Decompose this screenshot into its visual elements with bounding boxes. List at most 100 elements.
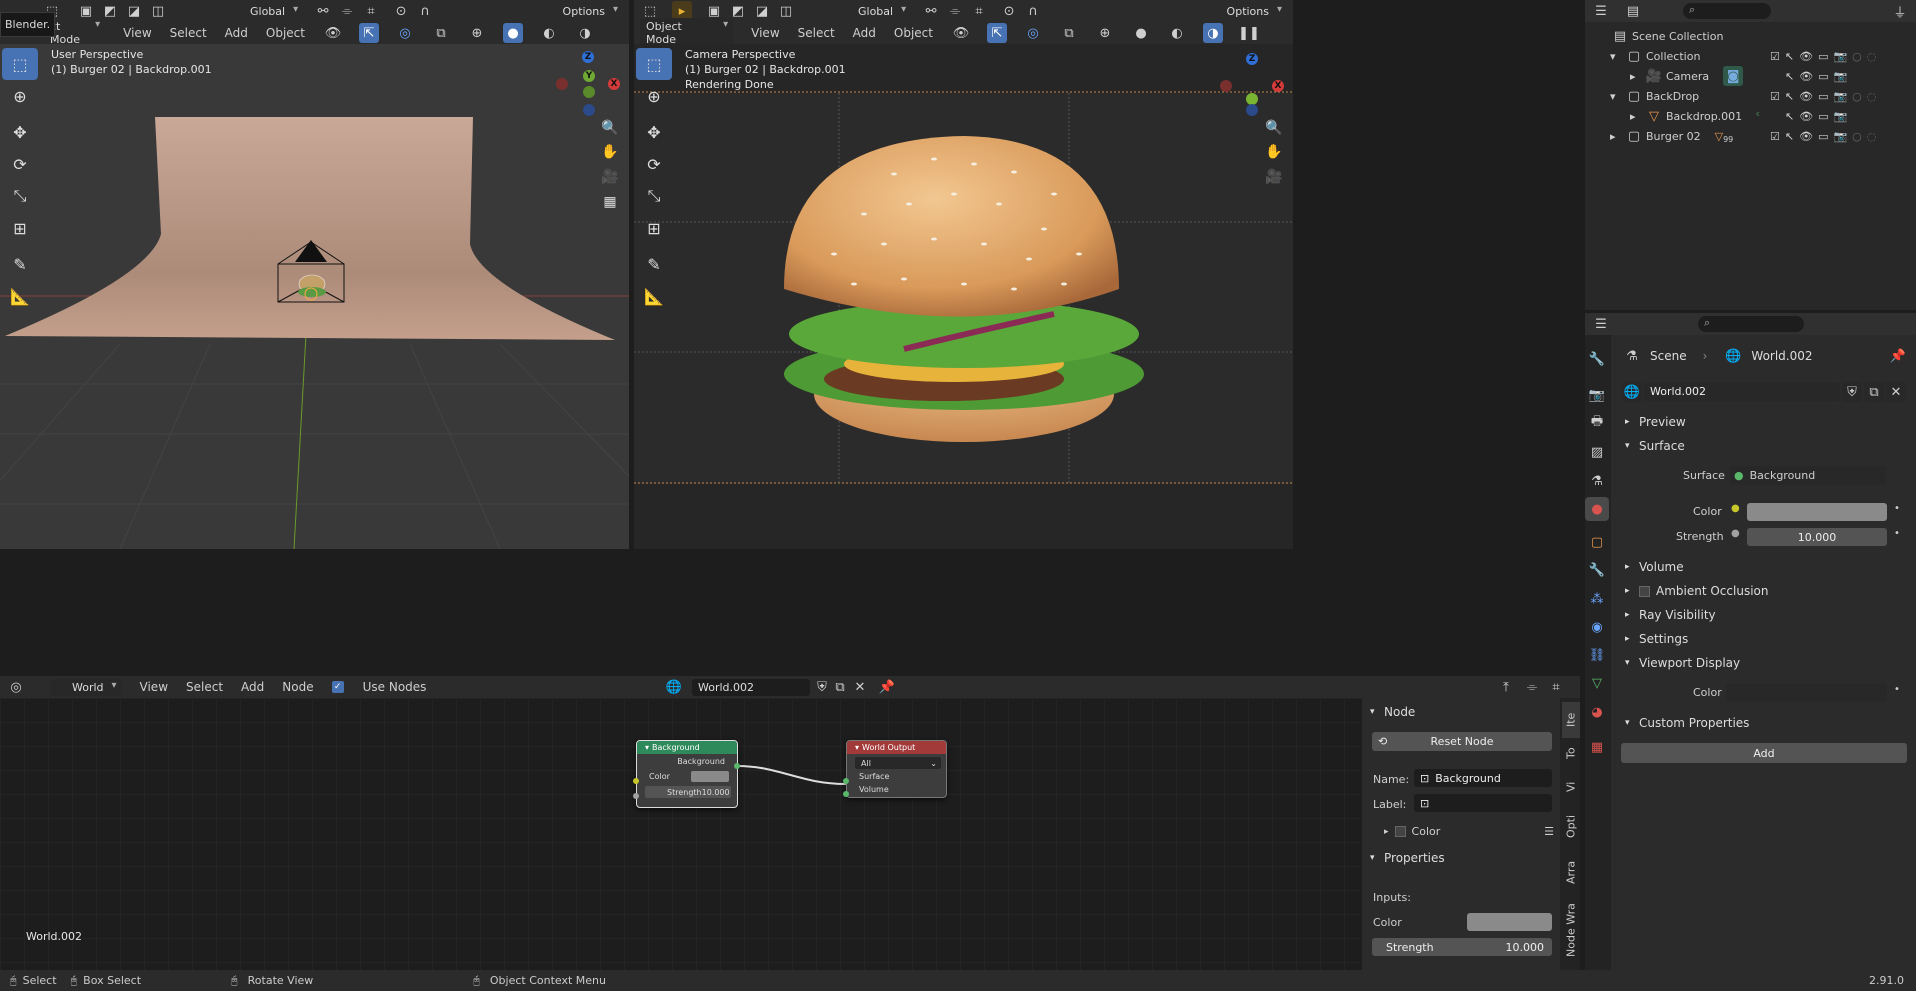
checkbox-icon[interactable]: ☑ (1770, 50, 1780, 63)
right-3d-viewport[interactable]: Camera Perspective (1) Burger 02 | Backd… (634, 44, 1293, 549)
proportional-icon[interactable]: ⊙ (391, 1, 411, 21)
display-mode-icon[interactable]: ▤ (1623, 1, 1643, 21)
snap-icon[interactable]: ⌯ (1522, 677, 1542, 697)
tab-arrange[interactable]: Arra (1562, 852, 1580, 892)
measure-tool[interactable]: 📐 (2, 280, 38, 312)
viewport-icon[interactable]: ▭ (1818, 130, 1828, 143)
outliner-row-scene-collection[interactable]: ▤ Scene Collection (1610, 26, 1724, 46)
snap-target-icon[interactable]: ⌗ (969, 1, 989, 21)
solid-shading-icon[interactable]: ● (1131, 23, 1151, 43)
gizmo-icon[interactable]: ⇱ (987, 23, 1007, 43)
volume-input-socket[interactable] (843, 791, 849, 797)
checkbox-icon[interactable]: ☑ (1770, 90, 1780, 103)
properties-search-input[interactable]: ⌕ (1698, 316, 1804, 332)
menu-select[interactable]: Select (798, 26, 835, 40)
keyframe-icon[interactable]: • (1894, 503, 1900, 514)
overlay-icon[interactable]: ◎ (1023, 23, 1043, 43)
parent-node-icon[interactable]: ⤒ (1496, 677, 1516, 697)
menu-select[interactable]: Select (186, 680, 223, 694)
modifier-tab-icon[interactable]: 🔧 (1585, 558, 1609, 582)
viewport-icon[interactable]: ▭ (1818, 90, 1828, 103)
list-icon[interactable]: ☰ (1544, 825, 1554, 838)
ao-checkbox[interactable] (1639, 585, 1650, 597)
eye-icon[interactable]: 👁 (1799, 90, 1813, 103)
material-tab-icon[interactable]: ◕ (1585, 700, 1609, 724)
camera-view-icon[interactable]: 🎥 (1262, 165, 1286, 189)
input-strength-field[interactable]: Strength 10.000 (1372, 938, 1552, 956)
snap-icon[interactable]: ⌯ (945, 1, 965, 21)
selectable-icon[interactable]: ↖ (1785, 50, 1794, 63)
input-color-swatch[interactable] (1467, 913, 1552, 931)
tab-options[interactable]: Opti (1562, 806, 1580, 846)
expand-icon[interactable]: ▸ (1630, 110, 1644, 123)
falloff-icon[interactable]: ∩ (415, 1, 435, 21)
x-axis-icon[interactable]: X (1272, 80, 1284, 92)
background-output-socket[interactable] (734, 763, 740, 769)
editor-type-icon[interactable]: ◎ (6, 677, 26, 697)
panel-viewport-display[interactable]: ▾ Viewport Display (1625, 652, 1740, 674)
world-tab-icon[interactable]: ● (1585, 497, 1609, 521)
z-axis-icon[interactable]: Z (582, 51, 594, 63)
outliner-row-backdrop[interactable]: ▾ ▢ BackDrop (1610, 86, 1699, 106)
annotate-tool[interactable]: ✎ (2, 248, 38, 280)
surface-shader-field[interactable]: ● Background (1730, 466, 1886, 485)
menu-select[interactable]: Select (170, 26, 207, 40)
scale-tool[interactable]: ⤡ (2, 180, 38, 212)
physics-tab-icon[interactable]: ◉ (1585, 615, 1609, 639)
cursor-tool[interactable]: ⊕ (2, 80, 38, 112)
node-name-field[interactable]: ⊡ Background (1414, 769, 1552, 787)
navigation-gizmo[interactable]: Z X (1220, 48, 1290, 118)
expand-icon[interactable]: ▾ (1610, 50, 1624, 63)
texture-tab-icon[interactable]: ▦ (1585, 735, 1609, 759)
eye-icon[interactable]: 👁 (1799, 130, 1813, 143)
panel-settings[interactable]: ▸ Settings (1625, 628, 1688, 650)
camera-data-icon[interactable]: ◙ (1723, 66, 1744, 86)
outliner-row-burger[interactable]: ▸ ▢ Burger 02 ▽ 99 (1610, 126, 1733, 146)
object-tab-icon[interactable]: ▢ (1585, 530, 1609, 554)
browse-world-icon[interactable]: 🌐 (664, 677, 684, 697)
proportional-icon[interactable]: ⊙ (999, 1, 1019, 21)
node-canvas[interactable]: ▾ Background Background Color Strength 1… (0, 698, 1362, 970)
navigation-gizmo[interactable]: Z Y X (556, 48, 626, 118)
visibility-icon[interactable]: 👁 (323, 23, 343, 43)
outliner-row-collection[interactable]: ▾ ▢ Collection (1610, 46, 1700, 66)
render-icon[interactable]: 📷 (1833, 50, 1847, 63)
panel-preview[interactable]: ▸ Preview (1625, 411, 1686, 433)
tab-node-wrangler[interactable]: Node Wra (1562, 898, 1580, 962)
menu-object[interactable]: Object (894, 26, 933, 40)
node-label-field[interactable]: ⊡ (1414, 794, 1552, 812)
viewport-icon[interactable]: ▭ (1818, 50, 1828, 63)
material-shading-icon[interactable]: ◐ (539, 23, 559, 43)
background-color-swatch[interactable] (691, 771, 729, 782)
transform-tool[interactable]: ⊞ (2, 212, 38, 244)
collapse-icon[interactable]: ▾ (855, 743, 859, 752)
options-dropdown[interactable]: Options (556, 2, 623, 20)
fake-user-icon[interactable]: ⛨ (812, 677, 832, 697)
rotate-tool[interactable]: ⟳ (2, 148, 38, 180)
z-axis-icon[interactable]: Z (1246, 53, 1258, 65)
panel-ambient-occlusion[interactable]: ▸ Ambient Occlusion (1625, 580, 1768, 602)
menu-view[interactable]: View (140, 680, 168, 694)
world-name-field[interactable]: World.002 (1644, 383, 1840, 401)
checkbox-icon[interactable]: ☑ (1770, 130, 1780, 143)
panel-ray-visibility[interactable]: ▸ Ray Visibility (1625, 604, 1716, 626)
transform-orientation-dropdown[interactable]: Global (232, 2, 304, 20)
render-tab-icon[interactable]: 📷 (1585, 383, 1609, 407)
expand-icon[interactable]: ▸ (1630, 70, 1644, 83)
wireframe-shading-icon[interactable]: ⊕ (1095, 23, 1115, 43)
rendered-shading-icon[interactable]: ◑ (1203, 23, 1223, 43)
zoom-icon[interactable]: 🔍 (598, 116, 622, 140)
transform-tool[interactable]: ⊞ (636, 212, 672, 244)
panel-node[interactable]: ▾ Node (1370, 701, 1415, 723)
eye-icon[interactable]: 👁 (1799, 110, 1813, 123)
viewport-icon[interactable]: ▭ (1818, 110, 1828, 123)
snap-target-icon[interactable]: ⌗ (361, 1, 381, 21)
menu-add[interactable]: Add (853, 26, 876, 40)
select-box-tool[interactable]: ⬚ (636, 48, 672, 80)
background-strength-input-socket[interactable] (633, 793, 639, 799)
menu-view[interactable]: View (123, 26, 151, 40)
holdout-icon[interactable]: ○ (1852, 130, 1862, 143)
keyframe-icon[interactable]: • (1894, 684, 1900, 695)
world-output-node[interactable]: ▾ World Output All ⌄ Surface Volume (846, 740, 947, 798)
holdout-icon[interactable]: ○ (1852, 50, 1862, 63)
